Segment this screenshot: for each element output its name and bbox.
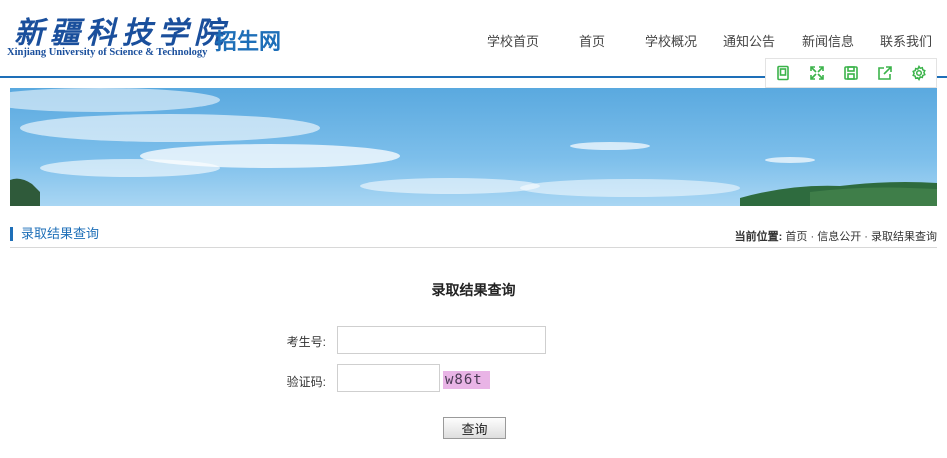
- nav-item-home[interactable]: 首页: [579, 31, 605, 50]
- nav-item-school-home[interactable]: 学校首页: [487, 31, 539, 50]
- exam-number-input[interactable]: [337, 326, 546, 354]
- accessibility-toolbar: [765, 58, 937, 88]
- captcha-label: 验证码:: [286, 375, 326, 389]
- breadcrumb-separator: ·: [864, 231, 868, 243]
- nav-item-contact[interactable]: 联系我们: [880, 31, 932, 50]
- nav-item-notices[interactable]: 通知公告: [723, 31, 775, 50]
- section-title: 录取结果查询: [10, 227, 99, 241]
- section-header: 录取结果查询 当前位置: 首页 · 信息公开 · 录取结果查询: [10, 226, 937, 248]
- breadcrumb-separator: ·: [810, 231, 815, 243]
- main-nav: 学校首页 首页 学校概况 通知公告 新闻信息 联系我们: [0, 31, 947, 51]
- reader-icon[interactable]: [766, 59, 800, 87]
- settings-icon[interactable]: [902, 59, 936, 87]
- share-icon[interactable]: [868, 59, 902, 87]
- save-icon[interactable]: [834, 59, 868, 87]
- fullscreen-icon[interactable]: [800, 59, 834, 87]
- captcha-image[interactable]: w86t: [443, 371, 490, 389]
- breadcrumb-label: 当前位置:: [734, 231, 783, 243]
- exam-number-label: 考生号:: [286, 335, 326, 349]
- nav-item-overview[interactable]: 学校概况: [645, 31, 697, 50]
- form-title: 录取结果查询: [431, 282, 516, 298]
- captcha-input[interactable]: [337, 364, 440, 392]
- nav-item-news[interactable]: 新闻信息: [802, 31, 854, 50]
- breadcrumb-info[interactable]: 信息公开: [817, 231, 861, 243]
- banner-image: [10, 88, 937, 206]
- query-button[interactable]: 查询: [443, 417, 506, 439]
- breadcrumb-home[interactable]: 首页: [785, 231, 807, 243]
- breadcrumb: 当前位置: 首页 · 信息公开 · 录取结果查询: [735, 228, 937, 244]
- breadcrumb-current[interactable]: 录取结果查询: [871, 231, 937, 243]
